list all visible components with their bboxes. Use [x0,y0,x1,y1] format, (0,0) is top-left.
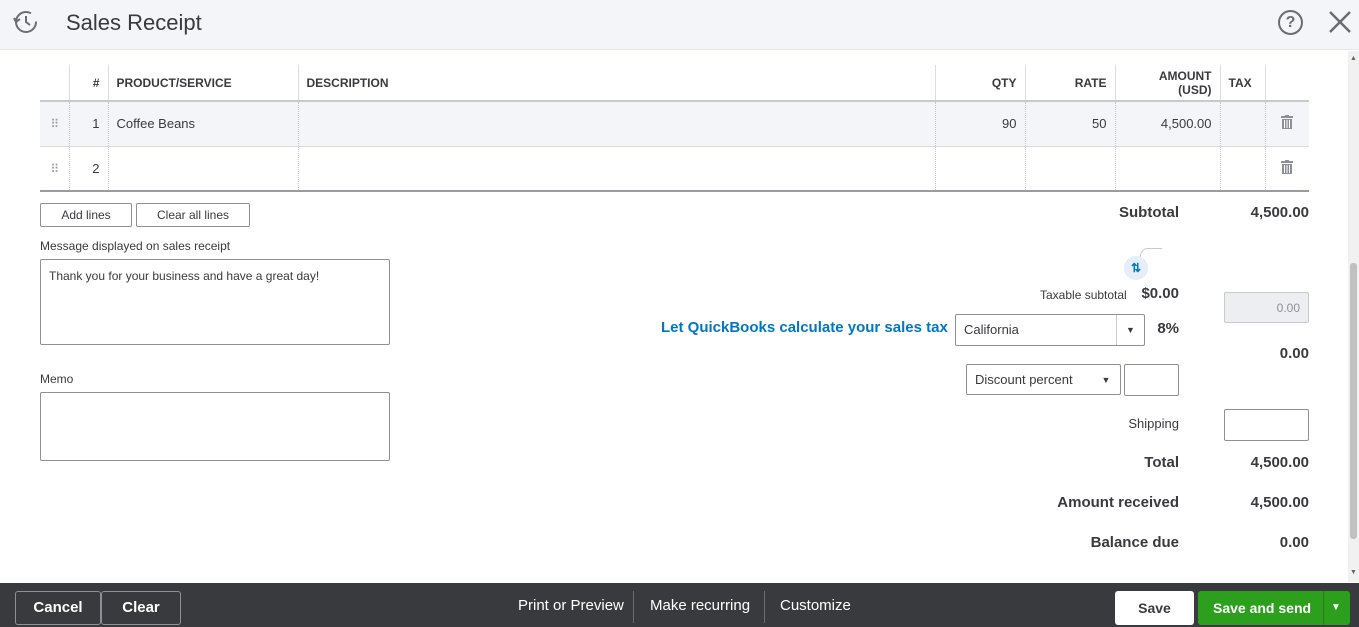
amount-received-label: Amount received [1057,494,1179,511]
discount-type-value: Discount percent [975,372,1073,387]
taxable-subtotal-label: Taxable subtotal [1040,288,1127,302]
memo-textarea[interactable] [40,392,390,461]
col-rate-header: RATE [1024,65,1115,102]
table-row[interactable]: ⠿ 2 [40,146,1309,192]
rate-cell[interactable] [1024,146,1115,192]
message-label: Message displayed on sales receipt [40,239,231,253]
save-and-send-button[interactable]: Save and send ▼ [1198,591,1350,625]
swap-arrows-icon[interactable]: ⇅ [1124,256,1148,280]
tax-region-value: California [964,322,1019,337]
line-items-table: # PRODUCT/SERVICE DESCRIPTION QTY RATE A… [40,65,1309,192]
memo-label: Memo [40,372,74,386]
split-divider [1323,591,1324,625]
trash-icon[interactable] [1281,115,1294,130]
calculate-sales-tax-link[interactable]: Let QuickBooks calculate your sales tax [661,319,948,336]
scroll-down-arrow-icon[interactable]: ▼ [1350,569,1357,576]
row-number: 2 [68,146,108,192]
vertical-scrollbar[interactable]: ▲ ▼ [1348,51,1359,582]
table-header-row: # PRODUCT/SERVICE DESCRIPTION QTY RATE A… [40,65,1309,102]
col-drag-header [40,65,69,102]
chevron-down-icon[interactable]: ▼ [1331,591,1341,625]
history-clock-icon[interactable] [12,8,40,36]
customize-button[interactable]: Customize [780,597,851,614]
amount-cell[interactable] [1114,146,1220,192]
message-textarea[interactable]: Thank you for your business and have a g… [40,259,390,345]
clear-button[interactable]: Clear [101,591,181,625]
col-tax-header: TAX [1219,65,1265,102]
chevron-down-icon[interactable]: ▼ [1092,365,1120,394]
footer-divider [633,591,634,623]
drag-handle-icon[interactable]: ⠿ [40,101,69,147]
col-delete-header [1264,65,1309,102]
tax-cell[interactable] [1219,146,1265,192]
footer-bar: Cancel Clear Print or Preview Make recur… [0,583,1359,627]
amount-cell[interactable]: 4,500.00 [1114,101,1220,147]
page-title: Sales Receipt [66,10,202,35]
col-description-header: DESCRIPTION [297,65,935,102]
drag-handle-icon[interactable]: ⠿ [40,146,69,192]
product-cell[interactable] [107,146,298,192]
close-x-icon[interactable] [1326,8,1354,36]
total-value: 4,500.00 [1250,454,1309,471]
trash-icon[interactable] [1281,159,1294,174]
qty-cell[interactable] [934,146,1025,192]
connector-line [1140,248,1162,258]
subtotal-label: Subtotal [1119,204,1179,221]
print-preview-button[interactable]: Print or Preview [518,597,624,614]
footer-divider [764,591,765,623]
dialog-header: Sales Receipt ? [0,0,1359,50]
clear-all-lines-button[interactable]: Clear all lines [136,203,250,227]
subtotal-value: 4,500.00 [1250,204,1309,221]
save-and-send-label: Save and send [1213,600,1312,616]
tax-value: 0.00 [1279,345,1309,362]
description-cell[interactable] [297,146,935,192]
tax-rate: 8% [1157,320,1179,337]
discount-value-input[interactable] [1124,364,1179,396]
tax-amount-input[interactable]: 0.00 [1224,292,1309,323]
total-label: Total [1144,454,1179,471]
balance-due-value: 0.00 [1279,534,1309,551]
col-num-header: # [68,65,108,102]
make-recurring-button[interactable]: Make recurring [650,597,750,614]
tax-cell[interactable] [1219,101,1265,147]
qty-cell[interactable]: 90 [934,101,1025,147]
save-button[interactable]: Save [1115,591,1194,625]
taxable-subtotal-value: $0.00 [1141,285,1179,302]
balance-due-label: Balance due [1090,534,1179,551]
product-cell[interactable]: Coffee Beans [107,101,298,147]
add-lines-button[interactable]: Add lines [40,203,132,227]
rate-cell[interactable]: 50 [1024,101,1115,147]
table-row[interactable]: ⠿ 1 Coffee Beans 90 50 4,500.00 [40,101,1309,147]
scrollbar-thumb[interactable] [1350,263,1357,539]
row-number: 1 [68,101,108,147]
cancel-button[interactable]: Cancel [15,591,101,625]
shipping-label: Shipping [1128,416,1179,431]
discount-type-select[interactable]: Discount percent ▼ [966,364,1121,395]
shipping-input[interactable] [1224,409,1309,441]
tax-region-select[interactable]: California ▼ [955,314,1145,346]
col-product-header: PRODUCT/SERVICE [107,65,298,102]
col-qty-header: QTY [934,65,1025,102]
col-amount-header: AMOUNT (USD) [1114,65,1220,102]
scroll-up-arrow-icon[interactable]: ▲ [1350,55,1357,62]
help-question-icon[interactable]: ? [1278,10,1303,35]
chevron-down-icon[interactable]: ▼ [1116,315,1144,345]
amount-received-value: 4,500.00 [1250,494,1309,511]
description-cell[interactable] [297,101,935,147]
